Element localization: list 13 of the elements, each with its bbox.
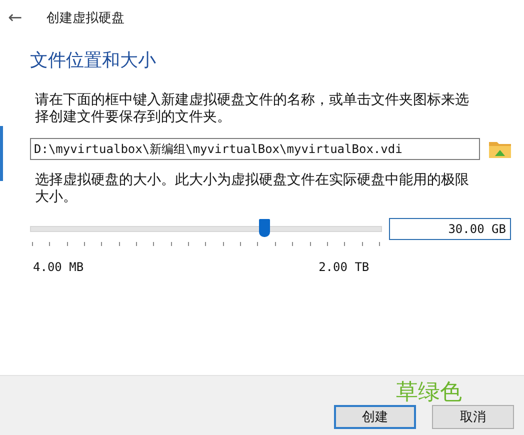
size-description: 选择虚拟硬盘的大小。此大小为虚拟硬盘文件在实际硬盘中能用的极限大小。	[35, 172, 470, 206]
instruction-text: 请在下面的框中键入新建虚拟硬盘文件的名称，或单击文件夹图标来选择创建文件要保存到的文件夹。	[35, 92, 470, 126]
size-field[interactable]: 30.00 GB	[389, 218, 511, 240]
back-button[interactable]: ←	[8, 10, 22, 26]
page-heading: 文件位置和大小	[30, 49, 157, 72]
file-path-field[interactable]: D:\myvirtualbox\新编组\myvirtualBox\myvirtualBox.vdi	[30, 138, 480, 160]
slider-thumb[interactable]	[259, 219, 270, 237]
min-size-label: 4.00 MB	[33, 260, 84, 274]
create-button[interactable]: 创建	[334, 405, 416, 429]
window-title: 创建虚拟硬盘	[46, 10, 124, 27]
max-size-label: 2.00 TB	[318, 260, 370, 274]
annotation-text: 草绿色	[396, 382, 462, 404]
cancel-button[interactable]: 取消	[432, 405, 514, 429]
